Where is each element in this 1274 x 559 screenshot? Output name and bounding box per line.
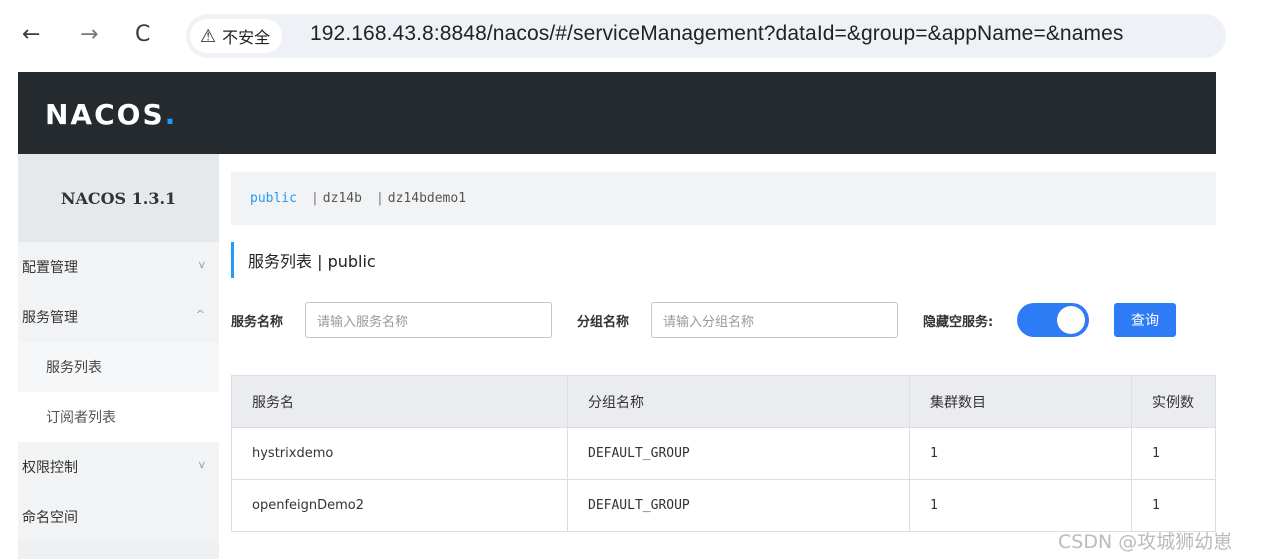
browser-toolbar: ← → C ⚠ 不安全 192.168.43.8:8848/nacos/#/se… [0, 0, 1274, 72]
namespace-separator: | [310, 191, 319, 206]
sidebar-item-subscriber-list[interactable]: 订阅者列表 [18, 392, 219, 442]
page-title: 服务列表 | public [231, 242, 376, 278]
sidebar-item-config-management[interactable]: 配置管理 v [18, 242, 219, 292]
version-label: NACOS 1.3.1 [18, 154, 219, 242]
cell-cluster-count: 1 [909, 479, 1132, 532]
filter-bar: 服务名称 请输入服务名称 分组名称 请输入分组名称 隐藏空服务: 查询 [231, 302, 1216, 338]
table-row[interactable]: hystrixdemo DEFAULT_GROUP 1 1 [231, 427, 1216, 480]
watermark: CSDN @攻城狮幼崽 [1058, 531, 1233, 553]
nacos-logo[interactable]: NACOS. [45, 98, 177, 131]
insecure-label: 不安全 [222, 28, 271, 47]
nacos-app: NACOS. NACOS 1.3.1 配置管理 v 服务管理 ^ 服务列表 订阅… [18, 72, 1216, 559]
sidebar: NACOS 1.3.1 配置管理 v 服务管理 ^ 服务列表 订阅者列表 权限控… [18, 154, 219, 559]
sidebar-item-label: 订阅者列表 [46, 410, 116, 426]
forward-arrow-icon[interactable]: → [80, 22, 98, 48]
query-button[interactable]: 查询 [1114, 303, 1176, 337]
url-text[interactable]: 192.168.43.8:8848/nacos/#/serviceManagem… [310, 22, 1216, 46]
service-name-input[interactable]: 请输入服务名称 [305, 302, 552, 338]
column-header-service-name[interactable]: 服务名 [231, 375, 568, 428]
sidebar-item-service-list[interactable]: 服务列表 [18, 342, 219, 392]
sidebar-item-label: 命名空间 [22, 510, 78, 526]
chevron-up-icon: ^ [195, 308, 205, 321]
namespace-dz14b[interactable]: dz14b [323, 191, 362, 206]
security-indicator[interactable]: ⚠ 不安全 [190, 19, 283, 53]
service-table: 服务名 分组名称 集群数目 实例数 hystrixdemo DEFAULT_GR… [231, 375, 1216, 532]
column-header-group-name[interactable]: 分组名称 [567, 375, 910, 428]
cell-group-name: DEFAULT_GROUP [567, 479, 910, 532]
service-name-label: 服务名称 [231, 315, 284, 330]
namespace-dz14bdemo1[interactable]: dz14bdemo1 [388, 191, 466, 206]
table-row[interactable]: openfeignDemo2 DEFAULT_GROUP 1 1 [231, 479, 1216, 532]
namespace-separator: | [375, 191, 384, 206]
sidebar-item-label: 权限控制 [22, 460, 78, 476]
toggle-knob [1057, 306, 1085, 334]
logo-text: NACOS [45, 98, 165, 131]
hide-empty-label: 隐藏空服务: [923, 315, 994, 330]
sidebar-item-service-management[interactable]: 服务管理 ^ [18, 292, 219, 342]
sidebar-item-label: 服务管理 [22, 310, 78, 326]
sidebar-item-namespace[interactable]: 命名空间 [18, 492, 219, 542]
sidebar-item-label: 配置管理 [22, 260, 78, 276]
main-content: public | dz14b | dz14bdemo1 服务列表 | publi… [219, 154, 1216, 559]
table-header-row: 服务名 分组名称 集群数目 实例数 [231, 375, 1216, 428]
chevron-down-icon: v [198, 258, 205, 271]
logo-dot: . [164, 98, 178, 131]
group-name-label: 分组名称 [577, 315, 630, 330]
namespace-bar: public | dz14b | dz14bdemo1 [231, 172, 1216, 225]
cell-service-name: hystrixdemo [231, 427, 568, 480]
group-name-input[interactable]: 请输入分组名称 [651, 302, 898, 338]
cell-service-name: openfeignDemo2 [231, 479, 568, 532]
namespace-public[interactable]: public [250, 191, 297, 206]
chevron-down-icon: v [198, 458, 205, 471]
cell-instance-count: 1 [1131, 479, 1216, 532]
column-header-cluster-count[interactable]: 集群数目 [909, 375, 1132, 428]
sidebar-item-label: 服务列表 [46, 360, 102, 376]
top-navbar: NACOS. [18, 72, 1216, 154]
column-header-instance-count[interactable]: 实例数 [1131, 375, 1216, 428]
cell-group-name: DEFAULT_GROUP [567, 427, 910, 480]
back-arrow-icon[interactable]: ← [22, 22, 40, 48]
cell-instance-count: 1 [1131, 427, 1216, 480]
cell-cluster-count: 1 [909, 427, 1132, 480]
hide-empty-toggle[interactable] [1017, 303, 1089, 337]
sidebar-item-access-control[interactable]: 权限控制 v [18, 442, 219, 492]
reload-icon[interactable]: C [135, 22, 150, 48]
warning-icon: ⚠ [200, 25, 217, 47]
